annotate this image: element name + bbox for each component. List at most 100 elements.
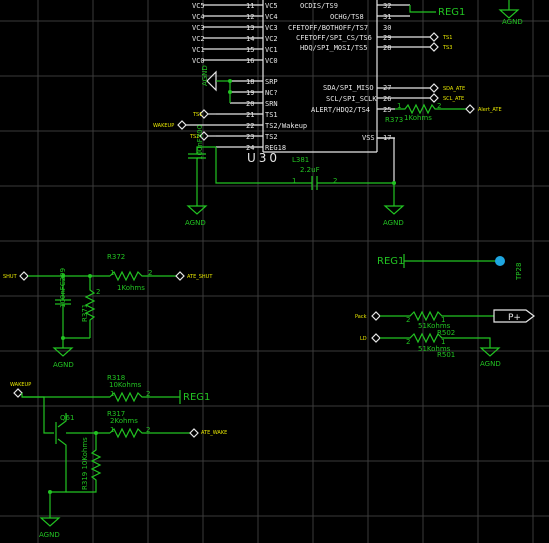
svg-text:1Kohms: 1Kohms <box>404 114 432 122</box>
schematic-canvas[interactable]: U30 VC5 VC4 VC3 VC2 VC1 VC0 11 12 13 14 … <box>0 0 549 543</box>
svg-text:SDA_ATE: SDA_ATE <box>443 86 465 92</box>
svg-text:29: 29 <box>383 34 391 42</box>
svg-text:VC2: VC2 <box>265 35 278 43</box>
svg-text:30: 30 <box>383 24 391 32</box>
resistor-r373[interactable]: 1 2 R373 1Kohms Alert_ATE <box>385 102 502 124</box>
svg-text:23: 23 <box>246 133 254 141</box>
svg-text:TS1: TS1 <box>265 111 278 119</box>
svg-text:1: 1 <box>397 102 401 110</box>
svg-text:19: 19 <box>246 89 254 97</box>
svg-text:SCL/SPI_SCLK: SCL/SPI_SCLK <box>326 95 377 103</box>
svg-text:TP28: TP28 <box>515 263 523 281</box>
agnd-top-right-symbol <box>498 9 520 19</box>
svg-text:REG1: REG1 <box>377 256 404 267</box>
svg-text:21: 21 <box>246 111 254 119</box>
svg-text:27: 27 <box>383 84 391 92</box>
svg-text:2: 2 <box>333 177 337 185</box>
svg-text:ATE_WAKE: ATE_WAKE <box>201 430 227 436</box>
svg-text:TS2: TS2 <box>265 133 278 141</box>
svg-text:VC1: VC1 <box>192 46 205 54</box>
svg-text:VC4: VC4 <box>265 13 278 21</box>
svg-text:VC3: VC3 <box>265 24 278 32</box>
pack-ld-section[interactable]: Pack P+ 2 1 51Kohms R502 LD AGND 2 1 51K… <box>355 309 535 368</box>
svg-text:AGND: AGND <box>53 361 74 369</box>
svg-text:1: 1 <box>292 177 296 185</box>
svg-text:REG18: REG18 <box>265 144 286 152</box>
svg-text:13: 13 <box>246 24 254 32</box>
svg-text:2: 2 <box>148 269 152 277</box>
svg-text:AGND: AGND <box>185 219 206 227</box>
svg-text:OCHG/TS8: OCHG/TS8 <box>330 13 364 21</box>
svg-text:ALERT/HDQ2/TS4: ALERT/HDQ2/TS4 <box>311 106 370 114</box>
svg-text:1: 1 <box>110 390 114 398</box>
svg-text:VC1: VC1 <box>265 46 278 54</box>
svg-text:VC0: VC0 <box>192 57 205 65</box>
svg-text:SCL_ATE: SCL_ATE <box>443 96 464 102</box>
svg-text:VC5: VC5 <box>192 2 205 10</box>
svg-text:AGND: AGND <box>39 531 60 539</box>
svg-text:100nFC299: 100nFC299 <box>59 268 67 308</box>
svg-text:OCDIS/TS9: OCDIS/TS9 <box>300 2 338 10</box>
svg-text:ATE_SHUT: ATE_SHUT <box>187 274 213 280</box>
svg-text:26: 26 <box>383 95 391 103</box>
svg-text:VC3: VC3 <box>192 24 205 32</box>
wakeup-section[interactable]: WAKEUP REG1 R318 10Kohms 1 2 Q61 ATE_WAK… <box>10 374 227 539</box>
svg-text:10Kohms: 10Kohms <box>109 381 142 389</box>
svg-text:18: 18 <box>246 78 254 86</box>
svg-text:WAKEUP: WAKEUP <box>153 123 174 129</box>
svg-text:24: 24 <box>246 144 254 152</box>
svg-text:VC4: VC4 <box>192 13 205 21</box>
left-ts-ports: TS1 TS2 WAKEUP <box>153 109 216 141</box>
svg-text:TS1: TS1 <box>442 35 452 41</box>
svg-text:32: 32 <box>383 2 391 10</box>
svg-text:1: 1 <box>110 426 114 434</box>
svg-text:AGND: AGND <box>383 219 404 227</box>
svg-text:2: 2 <box>406 338 410 346</box>
svg-text:REG1: REG1 <box>183 392 210 403</box>
svg-text:31: 31 <box>383 13 391 21</box>
svg-text:R501: R501 <box>437 351 455 359</box>
svg-text:SDA/SPI_MISO: SDA/SPI_MISO <box>323 84 374 92</box>
svg-text:2.2uF: 2.2uF <box>300 166 320 174</box>
svg-text:28: 28 <box>383 44 391 52</box>
svg-text:20: 20 <box>246 100 254 108</box>
ic-refdes: U30 <box>247 151 280 165</box>
svg-text:R319 10Kohms: R319 10Kohms <box>81 437 89 490</box>
ic-top-wiring: REG1 AGND <box>409 0 523 26</box>
svg-text:12: 12 <box>246 13 254 21</box>
inductor-l381[interactable]: L381 2.2uF 1 2 <box>215 137 396 206</box>
svg-text:1Kohms: 1Kohms <box>117 284 145 292</box>
right-net-ports: TS1 TS3 SDA_ATE SCL_ATE <box>429 32 465 103</box>
svg-text:VC2: VC2 <box>192 35 205 43</box>
agnd-ic-left: AGND <box>201 65 232 103</box>
svg-text:2: 2 <box>146 390 150 398</box>
svg-text:15: 15 <box>246 46 254 54</box>
test-point-tp28[interactable]: REG1 TP28 <box>377 254 523 281</box>
svg-text:TS2/Wakeup: TS2/Wakeup <box>265 122 307 130</box>
svg-text:11: 11 <box>246 2 254 10</box>
svg-text:2: 2 <box>146 426 150 434</box>
svg-text:Q61: Q61 <box>60 414 74 422</box>
svg-text:2: 2 <box>437 102 441 110</box>
svg-text:LD: LD <box>360 336 367 342</box>
reg1-label-top: REG1 <box>438 7 465 18</box>
svg-text:Alert_ATE: Alert_ATE <box>478 107 502 113</box>
svg-text:R371: R371 <box>81 304 89 322</box>
svg-text:HDQ/SPI_MOSI/TS5: HDQ/SPI_MOSI/TS5 <box>300 44 367 52</box>
svg-text:L381: L381 <box>292 156 309 164</box>
svg-text:SRP: SRP <box>265 78 278 86</box>
svg-text:2: 2 <box>96 288 100 296</box>
svg-text:P+: P+ <box>508 313 521 323</box>
svg-text:1: 1 <box>110 269 114 277</box>
svg-text:2Kohms: 2Kohms <box>110 417 138 425</box>
shut-section[interactable]: SHUT R372 1 2 1Kohms ATE_SHUT 100nFC299 … <box>3 253 213 369</box>
svg-text:25: 25 <box>383 106 391 114</box>
svg-text:SHUT: SHUT <box>3 274 18 280</box>
svg-text:VC5: VC5 <box>265 2 278 10</box>
svg-text:WAKEUP: WAKEUP <box>10 382 31 388</box>
svg-text:SRN: SRN <box>265 100 278 108</box>
schematic-svg[interactable]: U30 VC5 VC4 VC3 VC2 VC1 VC0 11 12 13 14 … <box>0 0 549 543</box>
svg-text:TS3: TS3 <box>442 45 452 51</box>
svg-text:R372: R372 <box>107 253 125 261</box>
svg-text:CFETOFF/BOTHOFF/TS7: CFETOFF/BOTHOFF/TS7 <box>288 24 368 32</box>
